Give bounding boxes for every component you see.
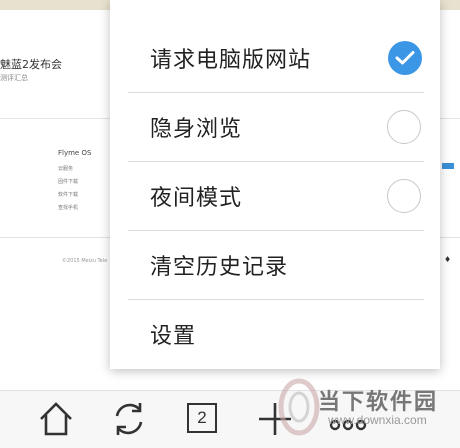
tabs-button[interactable]: 2 (183, 399, 223, 439)
menu-item-label: 清空历史记录 (150, 255, 289, 280)
footer-links: Flyme OS 云服务 固件下载 软件下载 查找手机 (58, 149, 91, 215)
menu-item-night-mode[interactable]: 夜间模式 (128, 162, 424, 231)
watermark-logo-icon (278, 378, 320, 436)
footer-link[interactable]: 查找手机 (58, 202, 91, 215)
menu-item-label: 设置 (150, 324, 197, 349)
site-watermark: 当下软件园 www.downxia.com (272, 370, 460, 447)
empty-circle-icon[interactable] (387, 110, 421, 144)
footer-link[interactable]: 软件下载 (58, 189, 91, 202)
footer-link[interactable]: 云服务 (58, 163, 91, 176)
weibo-icon: ♦ (444, 255, 452, 264)
copyright-text: ©2015 Meizu Tele (62, 258, 108, 264)
watermark-url: www.downxia.com (328, 413, 427, 427)
home-button[interactable] (36, 399, 76, 439)
footer-link[interactable]: 固件下载 (58, 176, 91, 189)
menu-item-clear-history[interactable]: 清空历史记录 (128, 231, 424, 300)
browser-options-menu: 请求电脑版网站 隐身浏览 夜间模式 清空历史记录 设置 (110, 0, 440, 369)
article-headline[interactable]: 魅蓝2发布会 (0, 56, 62, 72)
menu-item-incognito[interactable]: 隐身浏览 (128, 93, 424, 162)
checkmark-icon[interactable] (388, 41, 422, 75)
empty-circle-icon[interactable] (387, 179, 421, 213)
tabs-icon: 2 (187, 403, 217, 433)
refresh-button[interactable] (109, 399, 149, 439)
footer-title: Flyme OS (58, 149, 92, 157)
refresh-icon (109, 399, 149, 439)
blue-badge (442, 163, 454, 169)
menu-item-label: 夜间模式 (150, 186, 243, 211)
menu-item-request-desktop-site[interactable]: 请求电脑版网站 (128, 24, 424, 93)
home-icon (36, 399, 76, 439)
watermark-title: 当下软件园 (318, 390, 439, 415)
menu-item-label: 隐身浏览 (150, 117, 243, 142)
article-subline: 测评汇总 (0, 74, 28, 82)
menu-item-label: 请求电脑版网站 (150, 48, 312, 73)
menu-item-settings[interactable]: 设置 (128, 300, 424, 368)
